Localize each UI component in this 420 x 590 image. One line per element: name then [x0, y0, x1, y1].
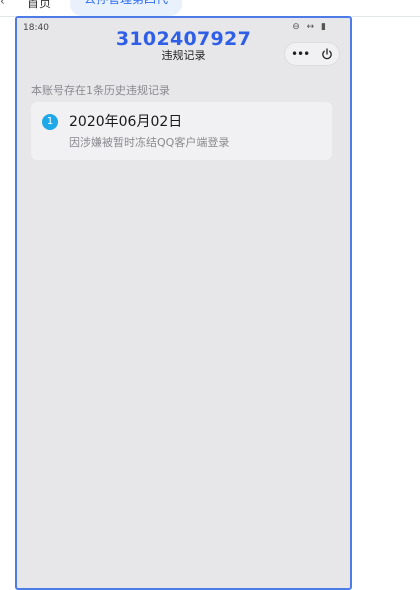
tab-active[interactable]: 公孙管理第四代 — [70, 0, 183, 16]
mini-program-capsule: ••• — [284, 42, 340, 66]
browser-tab-bar: ‹ 首页 公孙管理第四代 — [0, 0, 420, 17]
phone-frame: 18:40 ⊖ ↔ ▮ 3102407927 违规记录 ••• 本账号存在1条历… — [15, 16, 352, 590]
violation-count-note: 本账号存在1条历史违规记录 — [31, 84, 170, 97]
record-index-badge: 1 — [42, 114, 58, 130]
phone-header: 18:40 ⊖ ↔ ▮ 3102407927 违规记录 ••• — [17, 18, 350, 68]
power-icon[interactable] — [321, 48, 333, 60]
violation-record-card[interactable]: 1 2020年06月02日 因涉嫌被暂时冻结QQ客户端登录 — [31, 102, 332, 160]
back-chevron-icon[interactable]: ‹ — [0, 0, 5, 8]
tab-active-label: 公孙管理第四代 — [84, 0, 168, 8]
record-date: 2020年06月02日 — [69, 114, 183, 130]
more-icon[interactable]: ••• — [291, 47, 310, 61]
record-reason: 因涉嫌被暂时冻结QQ客户端登录 — [69, 136, 230, 149]
tab-home[interactable]: 首页 — [27, 0, 51, 11]
